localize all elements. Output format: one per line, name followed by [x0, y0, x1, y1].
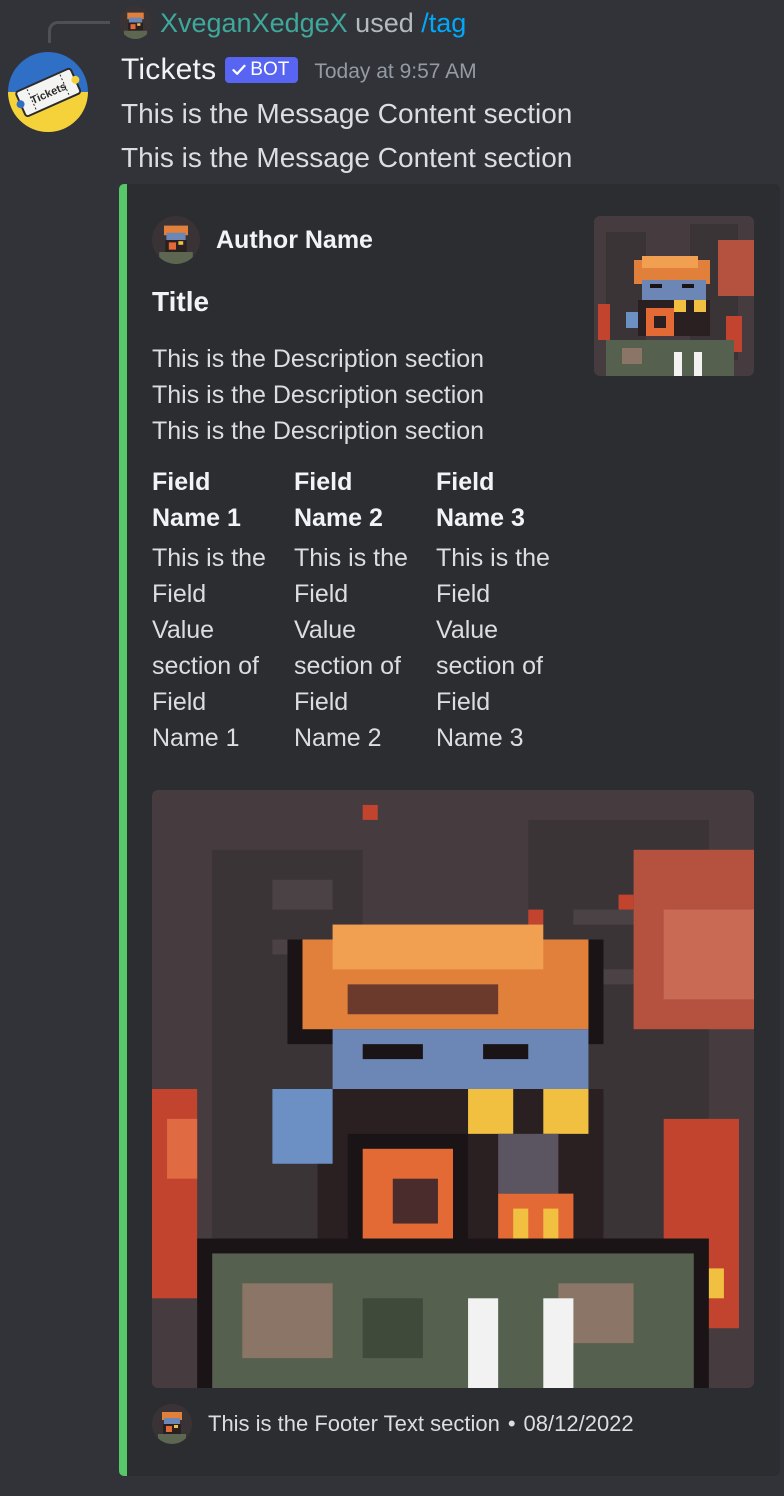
embed-field-name: Field Name 3 [436, 464, 571, 536]
message-content-line: This is the Message Content section [121, 98, 573, 129]
field-value-line: Field [436, 688, 491, 716]
field-value-line: Value [294, 616, 357, 644]
embed-footer-text: This is the Footer Text section [208, 1411, 500, 1436]
bot-badge: BOT [225, 57, 299, 83]
field-value-line: Name 2 [294, 724, 382, 752]
field-value-line: This is the [294, 544, 408, 572]
field-value-line: Name 3 [436, 724, 524, 752]
embed-field-value: This is the Field Value section of Field… [152, 540, 287, 756]
embed-field-value: This is the Field Value section of Field… [436, 540, 571, 756]
field-value-line: Field [152, 688, 207, 716]
embed-field-name: Field Name 2 [294, 464, 429, 536]
embed-title[interactable]: Title [152, 284, 209, 320]
field-value-line: section of [436, 652, 544, 680]
footer-separator: • [507, 1411, 516, 1436]
field-value-line: Name 1 [152, 724, 240, 752]
field-value-line: Field [294, 688, 349, 716]
field-value-line: section of [152, 652, 260, 680]
embed-description-line: This is the Description section [152, 345, 485, 373]
field-name-line: Name 2 [294, 504, 383, 532]
embed-description-line: This is the Description section [152, 417, 485, 445]
reply-context: XveganXedgeX used /tag [160, 7, 466, 39]
field-value-line: Field [152, 580, 207, 608]
field-value-line: This is the [152, 544, 266, 572]
embed-description-line: This is the Description section [152, 381, 485, 409]
message-view: XveganXedgeX used /tag Tickets Tickets B… [0, 0, 784, 1496]
embed-field-3: Field Name 3 This is the Field Value sec… [436, 464, 571, 756]
reply-used-text: used [355, 8, 414, 38]
reply-connector-line [48, 21, 110, 43]
field-name-line: Field [294, 468, 353, 496]
slash-command-link[interactable]: /tag [421, 8, 466, 38]
embed-author-icon [152, 216, 200, 264]
field-name-line: Name 1 [152, 504, 241, 532]
message-header: Tickets BOT Today at 9:57 AM [121, 52, 477, 88]
field-name-line: Field [436, 468, 495, 496]
field-value-line: This is the [436, 544, 550, 572]
embed-field-1: Field Name 1 This is the Field Value sec… [152, 464, 287, 756]
reply-username[interactable]: XveganXedgeX [160, 8, 348, 38]
field-name-line: Name 3 [436, 504, 525, 532]
message-content-line: This is the Message Content section [121, 142, 573, 173]
embed-footer-date: 08/12/2022 [523, 1411, 634, 1436]
embed-field-name: Field Name 1 [152, 464, 287, 536]
embed-footer-icon [152, 1404, 192, 1444]
field-value-line: Field [294, 580, 349, 608]
bot-username[interactable]: Tickets [121, 53, 216, 87]
field-value-line: section of [294, 652, 402, 680]
embed-field-2: Field Name 2 This is the Field Value sec… [294, 464, 429, 756]
embed-image[interactable] [152, 790, 754, 1388]
field-value-line: Value [436, 616, 499, 644]
message-timestamp[interactable]: Today at 9:57 AM [314, 56, 476, 84]
reply-user-avatar[interactable] [119, 6, 152, 39]
field-value-line: Value [152, 616, 215, 644]
verified-check-icon [232, 64, 246, 75]
field-name-line: Field [152, 468, 211, 496]
embed-footer: This is the Footer Text section • 08/12/20… [208, 1408, 634, 1440]
field-value-line: Field [436, 580, 491, 608]
bot-avatar[interactable]: Tickets [8, 52, 88, 132]
ticket-logo-icon: Tickets [8, 52, 88, 132]
bot-badge-label: BOT [250, 59, 290, 80]
embed-field-value: This is the Field Value section of Field… [294, 540, 429, 756]
embed-author-name[interactable]: Author Name [216, 224, 373, 256]
embed-thumbnail[interactable] [594, 216, 754, 376]
